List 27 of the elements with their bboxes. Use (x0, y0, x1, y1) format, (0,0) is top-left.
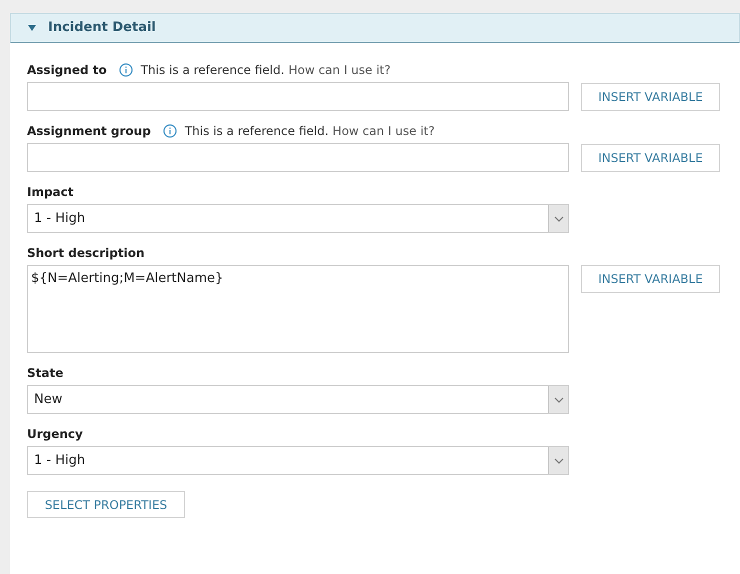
description-field[interactable]: ${N=Alerting;M=AlertName} (27, 265, 569, 353)
chevron-down-icon (554, 216, 564, 222)
field-label: Short description (27, 245, 145, 262)
info-icon (162, 124, 177, 138)
reference-hint: This is a reference field. (140, 62, 284, 79)
section-title: Incident Detail (48, 19, 156, 38)
insert-variable-button[interactable]: INSERT VARIABLE (581, 265, 720, 293)
section-header[interactable]: Incident Detail (10, 13, 740, 43)
help-link[interactable]: How can I use it? (288, 61, 391, 79)
field-label: Assignment group (27, 123, 151, 140)
reference-field[interactable] (27, 82, 569, 111)
insert-variable-button[interactable]: INSERT VARIABLE (581, 82, 720, 110)
field-label: Impact (27, 184, 74, 201)
insert-variable-button[interactable]: INSERT VARIABLE (581, 144, 720, 172)
field-label: Assigned to (27, 62, 107, 79)
field-label: State (27, 365, 64, 382)
chevron-down-icon (554, 396, 564, 402)
reference-hint: This is a reference field. (184, 123, 329, 140)
select-properties-button[interactable]: SELECT PROPERTIES (27, 491, 185, 518)
info-icon (118, 63, 133, 77)
help-link[interactable]: How can I use it? (332, 122, 435, 140)
reference-field[interactable] (27, 143, 569, 172)
chevron-down-icon (554, 458, 564, 464)
select-field[interactable]: 1 - High (27, 446, 569, 475)
field-label: Urgency (27, 426, 83, 443)
select-field[interactable]: New (27, 385, 569, 414)
select-field[interactable]: 1 - High (27, 204, 569, 233)
